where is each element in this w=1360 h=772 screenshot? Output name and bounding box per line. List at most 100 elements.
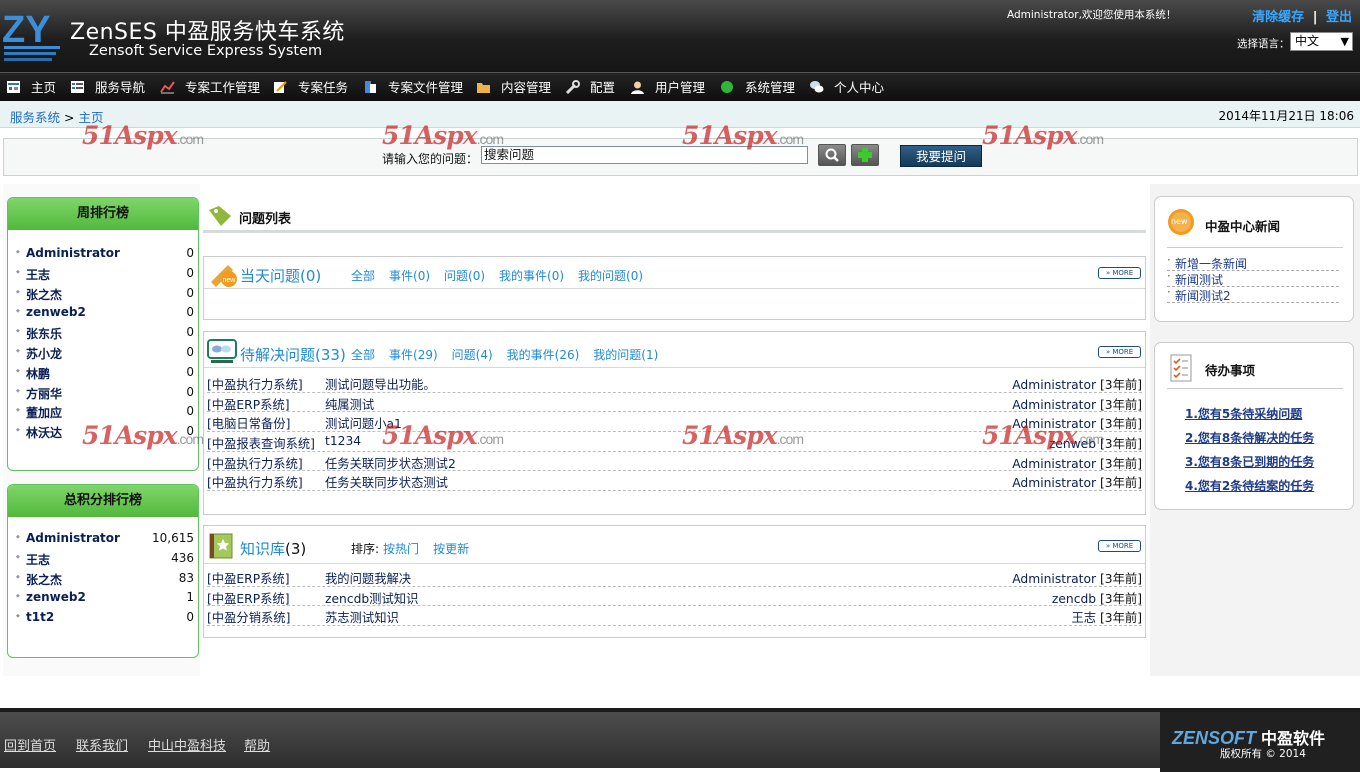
time-ago: [3年前] [1099,476,1142,491]
knowledge-author: Administrator [3年前] [1012,569,1142,587]
rank-name-link[interactable]: Administrator [16,246,120,260]
sort-new-link[interactable]: 按更新 [433,542,469,556]
search-input[interactable]: 搜索问题 [481,146,808,164]
nav-item-project-files[interactable]: 专案文件管理 [363,77,463,99]
knowledge-title-link[interactable]: 苏志测试知识 [325,608,399,626]
chart-icon [160,81,175,94]
rank-name-link[interactable]: Administrator [16,531,120,545]
rank-name-link[interactable]: 王志 [16,266,50,283]
filter-my-events[interactable]: 我的事件(0) [499,269,564,283]
rank-value: 0 [186,325,194,340]
breadcrumb-current-link[interactable]: 主页 [78,110,103,125]
rank-name-link[interactable]: 方丽华 [16,385,62,402]
svg-text:ZY: ZY [2,9,51,51]
rank-name-link[interactable]: 林沃达 [16,424,62,441]
more-button[interactable]: » MORE [1098,346,1141,358]
knowledge-row[interactable]: [中盈ERP系统] zencdb测试知识 zencdb [3年前] [207,587,1142,607]
more-button[interactable]: » MORE [1098,540,1141,552]
knowledge-row[interactable]: [中盈分销系统] 苏志测试知识 王志 [3年前] [207,606,1142,627]
news-item-link[interactable]: 新闻测试2 [1167,285,1339,303]
question-row[interactable]: [电脑日常备份] 测试问题小a1 Administrator [3年前] [207,412,1142,433]
question-row[interactable]: [中盈报表查询系统] t1234 zenweb [3年前] [207,432,1142,452]
nav-item-service-nav[interactable]: 服务导航 [70,77,145,99]
rank-name-link[interactable]: 张之杰 [16,286,62,303]
question-list-title: 问题列表 [239,212,292,227]
footer-help-link[interactable]: 帮助 [244,735,270,754]
footer-home-link[interactable]: 回到首页 [4,735,56,754]
checklist-icon [1170,354,1192,382]
clear-cache-link[interactable]: 清除缓存 [1252,10,1304,25]
filter-all[interactable]: 全部 [351,348,375,362]
rank-row: t1t2 0 [8,608,198,628]
author-name: zenweb [1048,437,1097,452]
rank-row: 林鹏 0 [8,363,198,383]
rank-value: 0 [186,404,194,419]
rank-name-link[interactable]: 张之杰 [16,571,62,588]
question-title-link[interactable]: 任务关联同步状态测试 [325,473,448,491]
question-title-link[interactable]: 测试问题小a1 [325,414,402,432]
breadcrumb: 服务系统 > 主页 2014年11月21日 18:06 [0,101,1360,128]
rank-name-link[interactable]: zenweb2 [16,305,86,319]
filter-my-events[interactable]: 我的事件(26) [507,348,580,362]
home-icon [7,81,20,93]
rank-name-link[interactable]: 林鹏 [16,365,50,382]
question-row[interactable]: [中盈执行力系统] 测试问题导出功能。 Administrator [3年前] [207,373,1142,393]
nav-item-users[interactable]: 用户管理 [630,77,705,99]
rank-row: Administrator 0 [8,244,198,264]
ask-question-button[interactable]: 我要提问 [900,145,982,167]
question-row[interactable]: [中盈执行力系统] 任务关联同步状态测试2 Administrator [3年前] [207,452,1142,472]
today-filters: 全部 事件(0) 问题(0) 我的事件(0) 我的问题(0) [351,267,657,284]
rank-name-link[interactable]: 张东乐 [16,325,62,342]
rank-name-link[interactable]: t1t2 [16,610,54,624]
chat-icon [810,81,824,93]
question-title-link[interactable]: 测试问题导出功能。 [325,375,436,393]
question-title-link[interactable]: 任务关联同步状态测试2 [325,454,456,472]
footer-contact-link[interactable]: 联系我们 [76,735,128,754]
todo-item-link[interactable]: 3.您有8条已到期的任务 [1185,453,1314,470]
rank-name-link[interactable]: 王志 [16,551,50,568]
filter-questions[interactable]: 问题(4) [452,348,493,362]
todo-item-link[interactable]: 1.您有5条待采纳问题 [1185,405,1302,422]
nav-item-project-work[interactable]: 专案工作管理 [160,77,260,99]
more-button[interactable]: » MORE [1098,267,1141,279]
question-title-link[interactable]: t1234 [325,434,361,448]
filter-all[interactable]: 全部 [351,269,375,283]
rank-value: 0 [186,364,194,379]
header: ZY ZenSES 中盈服务快车系统 Zensoft Service Expre… [0,0,1360,72]
rank-name-link[interactable]: zenweb2 [16,590,86,604]
question-row[interactable]: [中盈执行力系统] 任务关联同步状态测试 Administrator [3年前] [207,471,1142,492]
language-select[interactable]: 中文 ▼ [1290,32,1353,51]
news-item-link[interactable]: 新闻测试 [1167,269,1339,287]
question-row[interactable]: [中盈ERP系统] 纯属测试 Administrator [3年前] [207,393,1142,413]
knowledge-title: 知识库(3) [240,538,306,559]
filter-my-questions[interactable]: 我的问题(0) [578,269,643,283]
knowledge-author: 王志 [3年前] [1071,608,1142,626]
question-title-link[interactable]: 纯属测试 [325,395,374,413]
search-button[interactable] [818,144,846,166]
filter-my-questions[interactable]: 我的问题(1) [593,348,658,362]
nav-item-personal[interactable]: 个人中心 [809,77,884,99]
nav-item-project-tasks[interactable]: 专案任务 [273,77,348,99]
filter-events[interactable]: 事件(0) [389,269,430,283]
rank-name-link[interactable]: 董加应 [16,404,62,421]
knowledge-star-icon [209,533,233,559]
footer-company-link[interactable]: 中山中盈科技 [148,735,226,754]
breadcrumb-root-link[interactable]: 服务系统 [10,110,60,125]
filter-questions[interactable]: 问题(0) [444,269,485,283]
sort-hot-link[interactable]: 按热门 [383,542,419,556]
rank-name-link[interactable]: 苏小龙 [16,345,62,362]
add-question-button[interactable] [851,144,879,166]
todo-item-link[interactable]: 2.您有8条待解决的任务 [1185,429,1314,446]
todo-item-link[interactable]: 4.您有2条待结案的任务 [1185,477,1314,494]
news-item-link[interactable]: 新增一条新闻 [1167,253,1339,271]
filter-events[interactable]: 事件(29) [389,348,438,362]
nav-item-config[interactable]: 配置 [565,77,615,99]
logout-link[interactable]: 登出 [1326,10,1352,25]
nav-item-system[interactable]: 系统管理 [720,77,795,99]
knowledge-title-link[interactable]: 我的问题我解决 [325,569,411,587]
knowledge-title-link[interactable]: zencdb测试知识 [325,589,418,607]
nav-label: 系统管理 [745,80,796,95]
knowledge-row[interactable]: [中盈ERP系统] 我的问题我解决 Administrator [3年前] [207,567,1142,587]
nav-item-content[interactable]: 内容管理 [476,77,551,99]
nav-item-home[interactable]: 主页 [6,77,56,99]
